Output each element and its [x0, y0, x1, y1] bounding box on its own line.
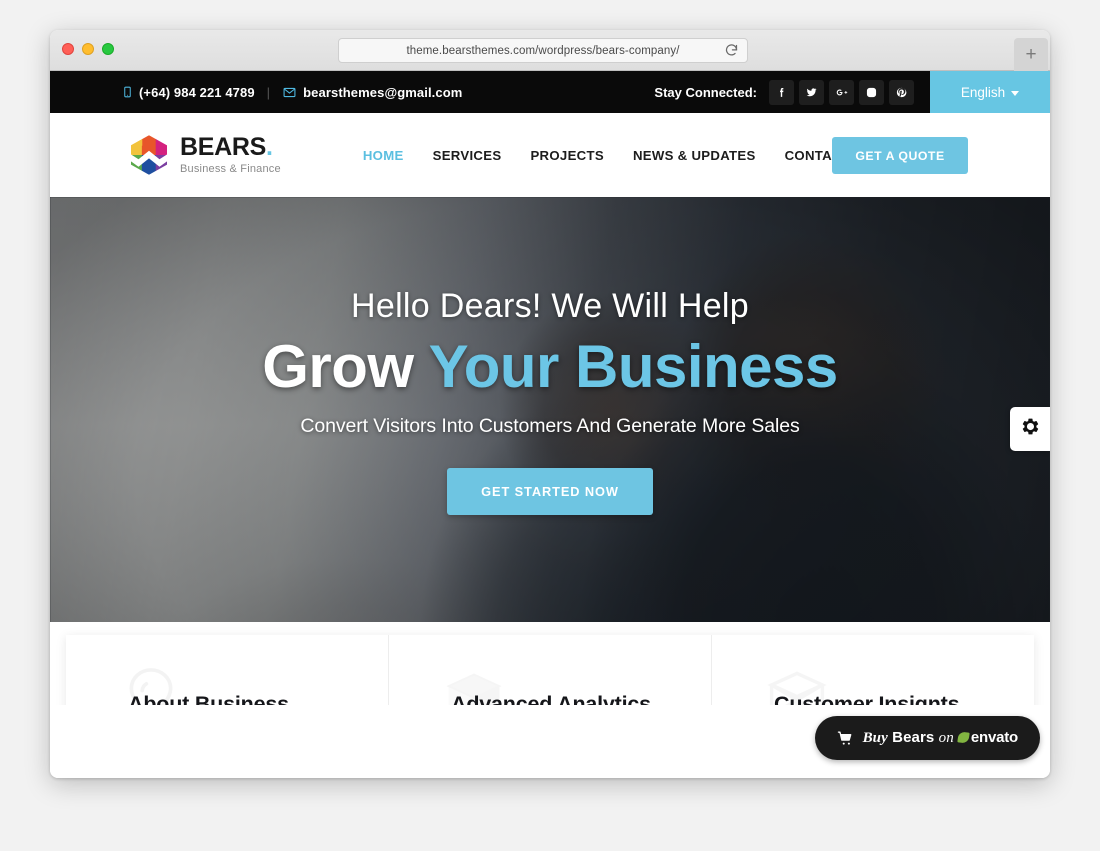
phone-icon — [122, 85, 133, 99]
feature-card-about-business[interactable]: About Business Ideas Grow Business — [66, 635, 388, 705]
hero-title-accent: Your Business — [428, 333, 839, 400]
twitter-icon[interactable] — [799, 79, 824, 105]
feature-cards: About Business Ideas Grow Business Advan… — [66, 635, 1034, 705]
gear-icon — [1021, 417, 1040, 441]
hero-title: Grow Your Business — [50, 332, 1050, 401]
envato-label: Buy Bears on envato — [862, 729, 1019, 747]
nav-item-news-updates[interactable]: NEWS & UPDATES — [633, 148, 756, 163]
envelope-icon — [282, 86, 297, 99]
window-minimize-button[interactable] — [82, 43, 94, 55]
envato-brand-word: Bears — [892, 729, 935, 746]
envato-marketplace-word: envato — [970, 729, 1018, 746]
page-backdrop: theme.bearsthemes.com/wordpress/bears-co… — [0, 0, 1100, 851]
window-close-button[interactable] — [62, 43, 74, 55]
hero-content: Hello Dears! We Will Help Grow Your Busi… — [50, 287, 1050, 515]
stay-connected-label: Stay Connected: — [654, 84, 757, 100]
feature-title: About Business — [128, 691, 289, 706]
facebook-icon[interactable] — [769, 79, 794, 105]
hero-title-plain: Grow — [262, 333, 429, 400]
feature-title: Advanced Analytics — [451, 691, 651, 706]
site-header: BEARS. Business & Finance HOME SERVICES … — [50, 113, 1050, 197]
reload-icon[interactable] — [724, 43, 739, 58]
logo-tagline: Business & Finance — [180, 163, 281, 175]
nav-item-services[interactable]: SERVICES — [433, 148, 502, 163]
google-plus-icon[interactable] — [829, 79, 854, 105]
topbar-right-group: Stay Connected: English — [654, 71, 1050, 113]
pinterest-icon[interactable] — [889, 79, 914, 105]
logo-name: BEARS. — [180, 133, 273, 161]
feature-title: Customer Insignts — [774, 691, 960, 706]
language-switcher[interactable]: English — [930, 71, 1050, 113]
address-bar[interactable]: theme.bearsthemes.com/wordpress/bears-co… — [338, 38, 748, 63]
contact-info: (+64) 984 221 4789 | bearsthemes@gmail.c… — [122, 85, 462, 100]
logo-dot: . — [266, 133, 273, 161]
nav-item-projects[interactable]: PROJECTS — [530, 148, 603, 163]
shopping-cart-icon — [837, 730, 854, 747]
site-topbar: (+64) 984 221 4789 | bearsthemes@gmail.c… — [50, 71, 1050, 113]
get-started-now-button[interactable]: GET STARTED NOW — [447, 468, 653, 515]
hero-pretitle: Hello Dears! We Will Help — [351, 287, 749, 325]
social-links — [769, 79, 914, 105]
window-controls — [62, 43, 114, 55]
main-navigation: HOME SERVICES PROJECTS NEWS & UPDATES CO… — [363, 148, 873, 163]
hero-subtitle: Convert Visitors Into Customers And Gene… — [300, 415, 800, 437]
envato-buy-word: Buy — [862, 730, 888, 746]
phone-contact[interactable]: (+64) 984 221 4789 — [122, 85, 255, 100]
nav-item-home[interactable]: HOME — [363, 148, 404, 163]
logo-text: BEARS. Business & Finance — [180, 135, 281, 175]
buy-on-envato-button[interactable]: Buy Bears on envato — [814, 716, 1040, 760]
email-address: bearsthemes@gmail.com — [303, 84, 463, 100]
contact-separator: | — [266, 84, 271, 100]
bears-hexagon-logo-icon — [128, 134, 170, 176]
language-label: English — [960, 84, 1006, 100]
site-logo[interactable]: BEARS. Business & Finance — [128, 134, 281, 176]
envato-leaf-icon — [957, 731, 970, 744]
feature-card-customer-insights[interactable]: Customer Insignts Ideas Grow Business — [711, 635, 1034, 705]
browser-window: theme.bearsthemes.com/wordpress/bears-co… — [50, 30, 1050, 778]
settings-panel-toggle[interactable] — [1010, 407, 1050, 451]
new-tab-button[interactable]: + — [1014, 38, 1048, 71]
window-maximize-button[interactable] — [102, 43, 114, 55]
phone-number: (+64) 984 221 4789 — [139, 84, 255, 100]
email-contact[interactable]: bearsthemes@gmail.com — [282, 85, 462, 100]
feature-card-advanced-analytics[interactable]: Advanced Analytics Ideas Grow Business — [388, 635, 711, 705]
chevron-down-icon — [1011, 90, 1020, 96]
instagram-icon[interactable] — [859, 79, 884, 105]
get-a-quote-button[interactable]: GET A QUOTE — [832, 137, 968, 174]
envato-on-word: on — [938, 730, 954, 746]
url-text: theme.bearsthemes.com/wordpress/bears-co… — [406, 44, 680, 57]
browser-titlebar: theme.bearsthemes.com/wordpress/bears-co… — [50, 30, 1050, 71]
